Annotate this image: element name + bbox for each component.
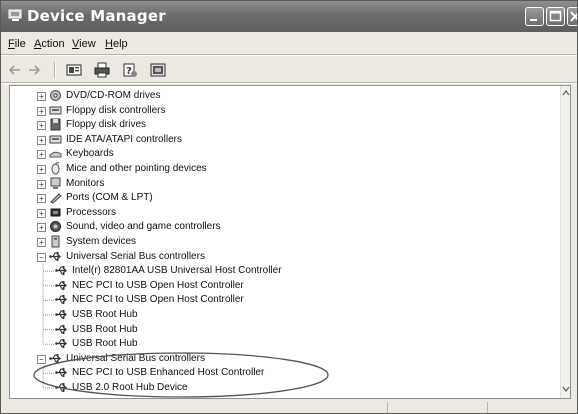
status-cell (387, 402, 488, 413)
toolbar: ? (1, 57, 577, 83)
expand-icon[interactable]: + (37, 121, 46, 131)
usb-icon (55, 324, 68, 334)
monitor-icon (50, 177, 61, 189)
dvd-drive-icon (50, 90, 61, 101)
back-arrow-icon[interactable] (7, 61, 23, 79)
device-manager-window: Device Manager File Action View Help ? +… (0, 0, 578, 414)
tree-item-label: Universal Serial Bus controllers (66, 352, 205, 364)
menu-help[interactable]: Help (105, 38, 128, 50)
usb-icon (49, 353, 62, 363)
expand-icon[interactable]: + (37, 150, 46, 160)
close-icon (570, 11, 577, 22)
tree-item-label: NEC PCI to USB Open Host Controller (72, 279, 244, 291)
expand-icon[interactable]: + (37, 223, 46, 233)
keyboard-icon (49, 152, 62, 158)
help-icon[interactable]: ? (121, 61, 139, 79)
usb-icon (55, 295, 68, 305)
system-devices-icon (51, 235, 60, 248)
device-manager-icon (8, 9, 22, 21)
usb-icon (55, 368, 68, 378)
usb-icon (49, 251, 62, 261)
svg-text:?: ? (126, 66, 132, 77)
scroll-down-icon[interactable] (561, 384, 571, 394)
tree-item-label: IDE ATA/ATAPI controllers (66, 133, 182, 145)
menu-bar: File Action View Help (1, 34, 577, 54)
status-bar (9, 401, 571, 413)
sound-icon (50, 221, 61, 233)
maximize-icon (549, 10, 562, 22)
properties-icon[interactable] (65, 61, 83, 79)
tree-item-label: Floppy disk controllers (66, 104, 166, 116)
window-title: Device Manager (27, 7, 166, 25)
print-icon[interactable] (93, 61, 111, 79)
tree-item-label: Ports (COM & LPT) (66, 192, 153, 204)
tree-item-label: USB Root Hub (72, 338, 138, 350)
minimize-button[interactable] (525, 7, 544, 26)
usb-icon (55, 383, 68, 393)
usb-icon (55, 280, 68, 290)
menu-action[interactable]: Action (34, 38, 65, 50)
menu-file[interactable]: File (8, 38, 26, 50)
menu-view[interactable]: View (72, 38, 96, 50)
scroll-up-icon[interactable] (561, 88, 571, 98)
tree-item-label: Mice and other pointing devices (66, 163, 207, 174)
mouse-icon (51, 162, 60, 175)
usb-icon (55, 339, 68, 349)
expand-icon[interactable]: + (37, 92, 46, 101)
floppy-drive-icon (50, 118, 61, 131)
tree-item-label: Keyboards (66, 148, 114, 160)
expand-icon[interactable]: + (37, 208, 46, 218)
close-button[interactable] (567, 7, 577, 26)
tree-item-label: Sound, video and game controllers (66, 221, 221, 233)
title-bar[interactable]: Device Manager (1, 1, 577, 32)
expand-icon[interactable]: + (37, 165, 46, 174)
usb-icon (55, 266, 68, 276)
expand-icon[interactable]: + (37, 179, 46, 189)
tree-item-label: Monitors (66, 177, 105, 189)
tree-item-label: USB 2.0 Root Hub Device (72, 382, 188, 393)
ide-controller-icon (49, 135, 62, 144)
device-tree-pane: + DVD/CD-ROM drives + Floppy disk controlle… (9, 85, 571, 399)
expand-icon[interactable]: + (37, 106, 46, 116)
tree-item-label: System devices (66, 236, 137, 247)
tree-item-label: USB Root Hub (72, 309, 138, 320)
collapse-icon[interactable]: − (37, 252, 46, 262)
floppy-controller-icon (49, 106, 62, 115)
toolbar-separator (1, 82, 577, 84)
tree-item-label: Floppy disk drives (66, 119, 147, 131)
collapse-icon[interactable]: − (37, 354, 46, 364)
view-icon[interactable] (149, 61, 167, 79)
tree-item-label: DVD/CD-ROM drives (66, 90, 161, 101)
menu-separator (1, 54, 577, 56)
processor-icon (50, 208, 61, 217)
usb-icon (55, 310, 68, 320)
expand-icon[interactable]: + (37, 238, 46, 247)
tree-item-label: Universal Serial Bus controllers (66, 250, 205, 262)
expand-icon[interactable]: + (37, 194, 46, 204)
expand-icon[interactable]: + (37, 135, 46, 145)
forward-arrow-icon[interactable] (26, 61, 42, 79)
toolbar-divider (54, 62, 56, 78)
tree-item-label: USB Root Hub (72, 323, 138, 335)
tree-item-label: Intel(r) 82801AA USB Universal Host Cont… (72, 265, 282, 277)
tree-item-label: NEC PCI to USB Open Host Controller (72, 294, 244, 306)
status-cell (487, 402, 571, 413)
tree-item-label: NEC PCI to USB Enhanced Host Controller (72, 367, 265, 379)
maximize-button[interactable] (546, 7, 565, 26)
minimize-icon (530, 19, 537, 21)
port-icon (50, 193, 62, 204)
tree-item-label: Processors (66, 206, 117, 218)
device-tree: + DVD/CD-ROM drives + Floppy disk controlle… (10, 86, 560, 398)
vertical-scrollbar[interactable] (560, 86, 571, 398)
